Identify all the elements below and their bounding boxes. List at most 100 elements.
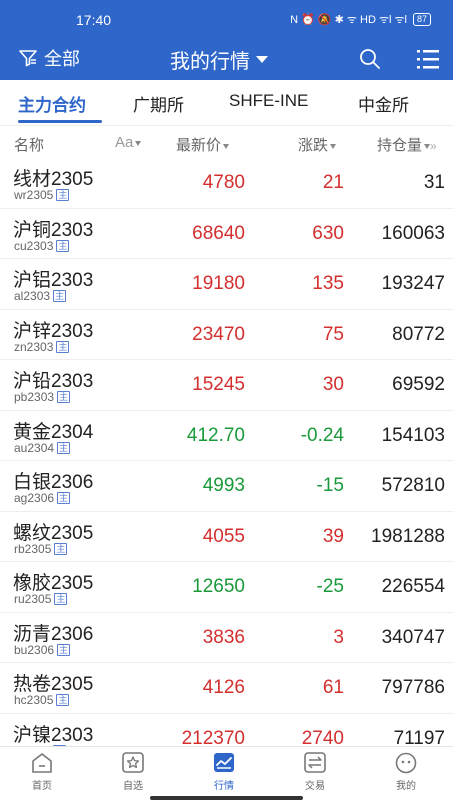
more-columns-icon: » — [430, 139, 437, 153]
exchange-tab-bar: 主力合约 广期所 SHFE-INE 中金所 — [0, 80, 453, 126]
price-change: 2740 — [301, 727, 344, 747]
contract-name: 沥青2306 — [13, 623, 94, 645]
price-change: -25 — [316, 576, 344, 597]
tab-shfe-ine[interactable]: SHFE-INE — [229, 91, 308, 111]
main-contract-badge: 主 — [57, 492, 71, 504]
contract-code: al2303 主 — [14, 289, 67, 303]
quote-list[interactable]: 线材2305 wr2305 主 4780 21 31 沪铜2303 cu2303 主 68640 6… — [0, 158, 453, 746]
contract-code-text: wr2305 — [14, 188, 54, 202]
contract-code: wr2305 主 — [14, 188, 70, 202]
quote-row[interactable]: 沪铅2303 pb2303 主 15245 30 69592 — [0, 360, 453, 411]
nav-watchlist[interactable]: 自选 — [103, 751, 163, 792]
latest-price: 3836 — [202, 626, 245, 648]
quote-row[interactable]: 沪锌2303 zn2303 主 23470 75 80772 — [0, 310, 453, 360]
quote-row[interactable]: 螺纹2305 rb2305 主 4055 39 1981288 — [0, 512, 453, 562]
price-change: 3 — [333, 626, 344, 648]
contract-code-text: hc2305 — [14, 693, 54, 707]
home-indicator — [150, 796, 303, 800]
contract-name: 沪铜2303 — [13, 219, 94, 241]
open-interest: 797786 — [381, 677, 445, 698]
sort-icon — [135, 140, 142, 146]
contract-code: au2304 主 — [14, 441, 71, 455]
contract-code: ru2305 主 — [14, 592, 68, 606]
star-icon — [122, 752, 144, 773]
active-tab-indicator — [18, 120, 102, 123]
tab-cffex[interactable]: 中金所 — [358, 91, 409, 116]
price-change: 39 — [322, 525, 344, 547]
contract-code-text: zn2303 — [14, 339, 54, 354]
nav-trade[interactable]: 交易 — [285, 751, 345, 792]
search-icon[interactable] — [358, 47, 382, 71]
contract-code-text: rb2305 — [14, 541, 52, 556]
latest-price: 19180 — [192, 273, 245, 294]
status-time: 17:40 — [76, 12, 112, 28]
contract-name: 线材2305 — [13, 169, 94, 190]
latest-price: 4055 — [202, 525, 245, 547]
contract-code-text: pb2303 — [14, 390, 55, 404]
main-contract-badge: 主 — [57, 391, 71, 403]
price-change: 630 — [312, 222, 344, 244]
main-contract-badge: 主 — [53, 290, 67, 302]
contract-name: 螺纹2305 — [13, 522, 94, 544]
contract-code-text: bu2306 — [14, 642, 55, 657]
column-latest-price[interactable]: 最新价 — [176, 134, 230, 155]
main-contract-badge: 主 — [56, 189, 70, 201]
main-contract-badge: 主 — [56, 340, 70, 353]
latest-price: 4993 — [202, 475, 245, 496]
price-change: 30 — [322, 374, 344, 395]
quote-row[interactable]: 沪镍2303ni2303主212370274071197 — [0, 714, 453, 747]
open-interest: 80772 — [392, 323, 445, 345]
nav-market[interactable]: 行情 — [194, 751, 254, 792]
contract-name: 黄金2304 — [13, 421, 94, 443]
nav-home[interactable]: 首页 — [12, 751, 72, 792]
app-header: 全部 我的行情 — [0, 36, 453, 80]
nav-profile[interactable]: 我的 — [376, 751, 436, 792]
contract-name: 沪镍2303 — [13, 724, 94, 746]
sort-icon — [330, 143, 337, 149]
main-contract-badge: 主 — [56, 694, 70, 706]
column-open-interest[interactable]: 持仓量» — [377, 134, 437, 155]
column-name: 名称 — [14, 137, 45, 154]
contract-name: 橡胶2305 — [13, 573, 94, 594]
status-icons: N ⏰ 🔕 ✱ ᯤ HD ᯤl ᯤl 87 — [290, 12, 431, 27]
contract-code: zn2303 主 — [14, 339, 70, 354]
quote-row[interactable]: 黄金2304 au2304 主 412.70 -0.24 154103 — [0, 411, 453, 461]
latest-price: 15245 — [192, 374, 245, 395]
open-interest: 340747 — [381, 626, 445, 648]
quote-row[interactable]: 沪铝2303 al2303 主 19180 135 193247 — [0, 259, 453, 310]
font-size-toggle[interactable]: Aa — [115, 134, 142, 151]
open-interest: 154103 — [381, 424, 445, 446]
page-title-dropdown[interactable]: 我的行情 — [170, 45, 268, 74]
contract-code: hc2305 主 — [14, 693, 70, 707]
quote-row[interactable]: 沥青2306 bu2306 主 3836 3 340747 — [0, 613, 453, 663]
latest-price: 12650 — [192, 576, 245, 597]
main-contract-badge: 主 — [57, 643, 71, 656]
column-change[interactable]: 涨跌 — [298, 134, 337, 155]
list-menu-icon[interactable] — [416, 48, 440, 70]
quote-row[interactable]: 橡胶2305 ru2305 主 12650 -25 226554 — [0, 562, 453, 613]
caret-down-icon — [256, 56, 268, 63]
latest-price: 23470 — [192, 323, 245, 345]
open-interest: 31 — [423, 172, 445, 193]
quote-row[interactable]: 线材2305 wr2305 主 4780 21 31 — [0, 158, 453, 209]
quote-row[interactable]: 热卷2305 hc2305 主 4126 61 797786 — [0, 663, 453, 714]
open-interest: 226554 — [381, 576, 445, 597]
contract-code: rb2305 主 — [14, 541, 68, 556]
filter-button[interactable]: 全部 — [18, 46, 80, 70]
tab-main-contracts[interactable]: 主力合约 — [18, 91, 86, 116]
open-interest: 1981288 — [371, 525, 445, 547]
quote-row[interactable]: 白银2306 ag2306 主 4993 -15 572810 — [0, 461, 453, 512]
status-bar: 17:40 N ⏰ 🔕 ✱ ᯤ HD ᯤl ᯤl 87 — [0, 0, 453, 36]
quote-row[interactable]: 沪铜2303 cu2303 主 68640 630 160063 — [0, 209, 453, 259]
page-title: 我的行情 — [170, 51, 250, 73]
contract-code: bu2306 主 — [14, 642, 71, 657]
contract-code-text: ag2306 — [14, 491, 55, 505]
latest-price: 4126 — [202, 677, 245, 698]
price-change: 61 — [322, 677, 344, 698]
contract-code-text: ru2305 — [14, 592, 52, 606]
battery-icon: 87 — [412, 13, 431, 26]
tab-gfex[interactable]: 广期所 — [133, 91, 184, 116]
latest-price: 412.70 — [186, 424, 245, 446]
price-change: -15 — [316, 475, 344, 496]
latest-price: 212370 — [181, 727, 245, 747]
